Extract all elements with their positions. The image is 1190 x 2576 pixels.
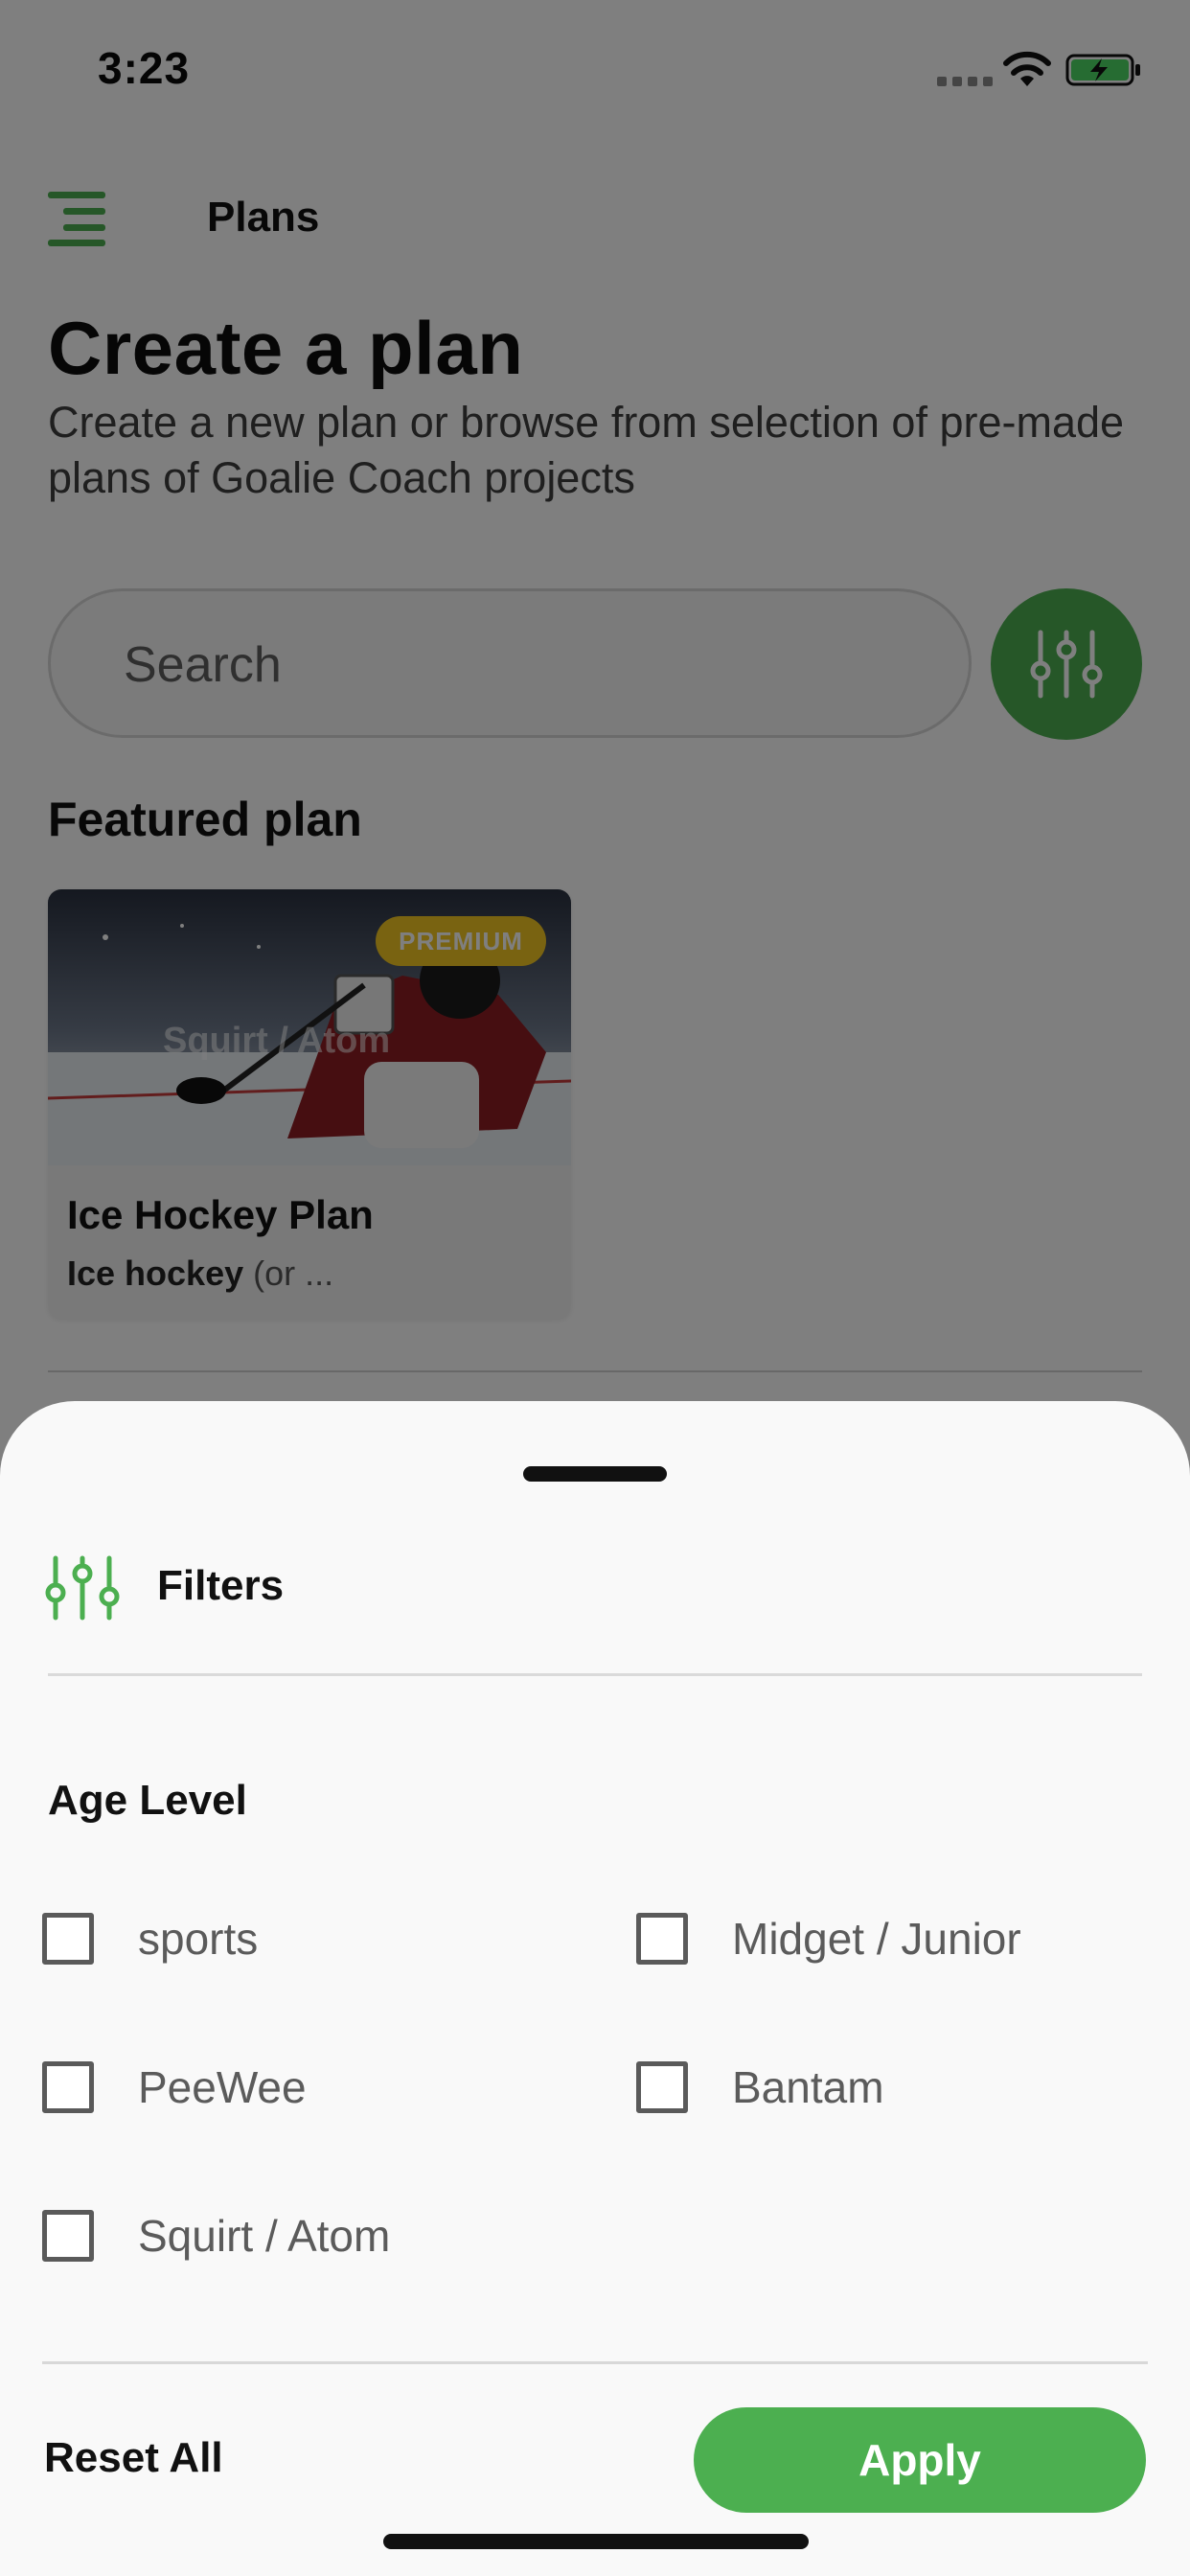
reset-all-button[interactable]: Reset All <box>44 2434 223 2482</box>
option-label: Bantam <box>732 2062 884 2112</box>
option-label: PeeWee <box>138 2062 307 2112</box>
footer-divider <box>42 2361 1148 2364</box>
checkbox[interactable] <box>636 2061 688 2113</box>
screen: 3:23 Plans Create a plan Create a new pl… <box>0 0 1190 2576</box>
filters-bottom-sheet: Filters Age Level <box>0 1401 1190 2576</box>
option-label: Squirt / Atom <box>138 2211 391 2261</box>
home-indicator <box>383 2534 809 2549</box>
filter-option-squirt-atom[interactable]: Squirt / Atom <box>42 2202 390 2269</box>
option-label: Midget / Junior <box>732 1914 1021 1964</box>
filters-title: Filters <box>157 1562 285 1609</box>
sheet-divider <box>48 1673 1142 1676</box>
filter-option-peewee[interactable]: PeeWee <box>42 2054 307 2121</box>
checkbox[interactable] <box>42 2210 94 2262</box>
filter-option-sports[interactable]: sports <box>42 1905 258 1972</box>
checkbox[interactable] <box>636 1913 688 1965</box>
apply-button[interactable]: Apply <box>694 2407 1146 2513</box>
filter-option-midget-junior[interactable]: Midget / Junior <box>636 1905 1021 1972</box>
checkbox[interactable] <box>42 2061 94 2113</box>
sheet-drag-handle[interactable] <box>523 1466 667 1482</box>
checkbox[interactable] <box>42 1913 94 1965</box>
option-label: sports <box>138 1914 259 1964</box>
filter-option-bantam[interactable]: Bantam <box>636 2054 884 2121</box>
filter-sliders-icon <box>45 1555 120 1621</box>
age-level-title: Age Level <box>48 1777 247 1824</box>
